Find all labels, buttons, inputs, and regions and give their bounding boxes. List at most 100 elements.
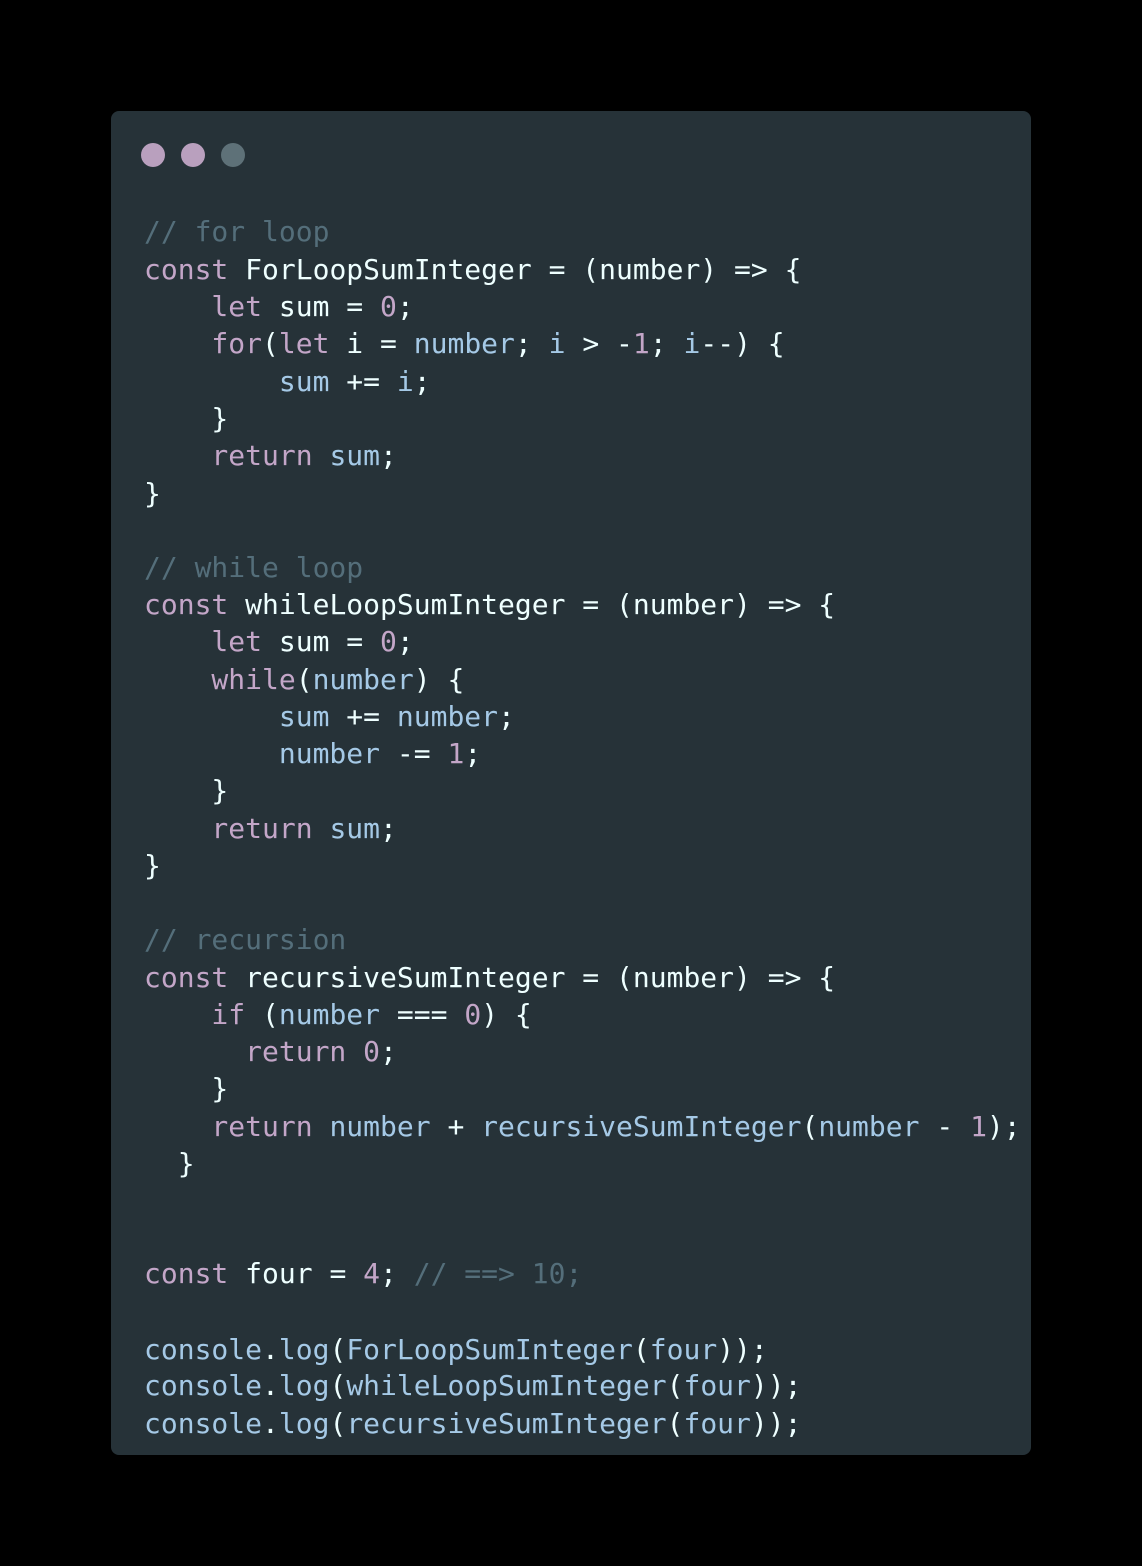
code-token: recursiveSumInteger = (number) => { xyxy=(228,961,836,994)
code-token: const xyxy=(144,253,229,286)
code-token: let xyxy=(278,327,330,360)
code-token: // recursion xyxy=(144,923,347,956)
code-token: . xyxy=(262,1369,279,1402)
code-token: log xyxy=(278,1333,330,1366)
code-line: const four = 4; // ==> 10; xyxy=(144,1256,582,1292)
code-token: > - xyxy=(565,327,633,360)
code-token: ; xyxy=(413,365,431,398)
code-token: += xyxy=(329,700,397,733)
code-token: number xyxy=(818,1110,920,1143)
code-token: } xyxy=(144,477,161,510)
code-token: - xyxy=(919,1110,971,1143)
code-line: } xyxy=(144,401,228,437)
code-token: sum xyxy=(329,439,381,472)
code-token: === xyxy=(380,998,465,1031)
code-token: sum xyxy=(144,700,330,733)
code-token: 4 xyxy=(363,1257,381,1290)
code-line: const recursiveSumInteger = (number) => … xyxy=(144,960,835,996)
code-token: // for loop xyxy=(144,215,330,248)
code-token: ForLoopSumInteger xyxy=(346,1333,633,1366)
code-token: i xyxy=(548,327,566,360)
code-token: )); xyxy=(717,1333,768,1366)
code-token: four xyxy=(683,1407,751,1440)
code-token: number xyxy=(396,700,499,733)
code-token: const xyxy=(144,588,229,621)
code-line: const whileLoopSumInteger = (number) => … xyxy=(144,587,835,623)
maximize-dot-icon[interactable] xyxy=(221,143,245,167)
code-line: // recursion xyxy=(144,922,346,958)
code-token: number xyxy=(413,327,515,360)
code-token: return xyxy=(144,812,313,845)
code-line: sum += number; xyxy=(144,699,515,735)
code-token: recursiveSumInteger xyxy=(481,1110,802,1143)
code-token: ; xyxy=(498,700,515,733)
code-token: let xyxy=(144,290,263,323)
code-token: four = xyxy=(228,1257,364,1290)
code-token: ( xyxy=(262,327,279,360)
code-token: ( xyxy=(632,1333,650,1366)
code-token: ( xyxy=(329,1369,347,1402)
code-token: number xyxy=(144,737,381,770)
code-token: let xyxy=(144,625,263,658)
code-line: while(number) { xyxy=(144,662,464,698)
code-line: // while loop xyxy=(144,550,363,586)
code-token: number xyxy=(329,1110,431,1143)
code-token: four xyxy=(683,1369,751,1402)
code-line: } xyxy=(144,773,228,809)
code-line: number -= 1; xyxy=(144,736,481,772)
code-line: sum += i; xyxy=(144,364,431,400)
code-token: } xyxy=(144,1072,229,1105)
code-token: console xyxy=(144,1407,263,1440)
code-token: sum = xyxy=(262,625,381,658)
code-token: log xyxy=(278,1407,330,1440)
code-token: // while loop xyxy=(144,551,364,584)
code-token: if xyxy=(144,998,246,1031)
code-line: return number + recursiveSumInteger(numb… xyxy=(144,1109,1021,1145)
code-token: ForLoopSumInteger = (number) => { xyxy=(228,253,802,286)
minimize-dot-icon[interactable] xyxy=(181,143,205,167)
code-token: ; xyxy=(380,812,397,845)
code-line: return sum; xyxy=(144,438,396,474)
code-token: + xyxy=(430,1110,482,1143)
code-token: ( xyxy=(295,663,313,696)
code-line: const ForLoopSumInteger = (number) => { xyxy=(144,252,801,288)
code-line: // for loop xyxy=(144,214,329,250)
code-line: } xyxy=(144,848,161,884)
code-token: ( xyxy=(329,1333,347,1366)
code-token: } xyxy=(144,402,229,435)
code-token: sum xyxy=(329,812,381,845)
code-token: four xyxy=(649,1333,718,1366)
code-line: let sum = 0; xyxy=(144,624,414,660)
code-token: sum xyxy=(144,365,330,398)
code-token: whileLoopSumInteger xyxy=(346,1369,667,1402)
code-token: -= xyxy=(380,737,448,770)
code-token: ); xyxy=(986,1110,1021,1143)
code-token: 1 xyxy=(632,327,650,360)
code-token: } xyxy=(144,1147,195,1180)
code-token: const xyxy=(144,1257,229,1290)
code-token: recursiveSumInteger xyxy=(346,1407,667,1440)
code-token: ; xyxy=(514,327,549,360)
code-token: log xyxy=(278,1369,330,1402)
code-line: console.log(whileLoopSumInteger(four)); xyxy=(144,1368,801,1404)
code-line: if (number === 0) { xyxy=(144,997,531,1033)
code-token: i xyxy=(396,365,414,398)
code-token: ( xyxy=(245,998,279,1031)
code-line: console.log(ForLoopSumInteger(four)); xyxy=(144,1332,768,1368)
code-line: return 0; xyxy=(144,1034,397,1070)
code-token: ( xyxy=(801,1110,819,1143)
code-token: const xyxy=(144,961,229,994)
close-dot-icon[interactable] xyxy=(141,143,165,167)
code-token: ( xyxy=(666,1369,684,1402)
code-token: 0 xyxy=(380,290,397,323)
code-token: . xyxy=(262,1407,279,1440)
code-token: number xyxy=(278,998,381,1031)
code-token: number xyxy=(312,663,414,696)
code-token: += xyxy=(329,365,397,398)
code-token: 0 xyxy=(464,998,482,1031)
code-token: i = xyxy=(329,327,414,360)
code-token: ; xyxy=(396,625,414,658)
code-token: console xyxy=(144,1369,263,1402)
